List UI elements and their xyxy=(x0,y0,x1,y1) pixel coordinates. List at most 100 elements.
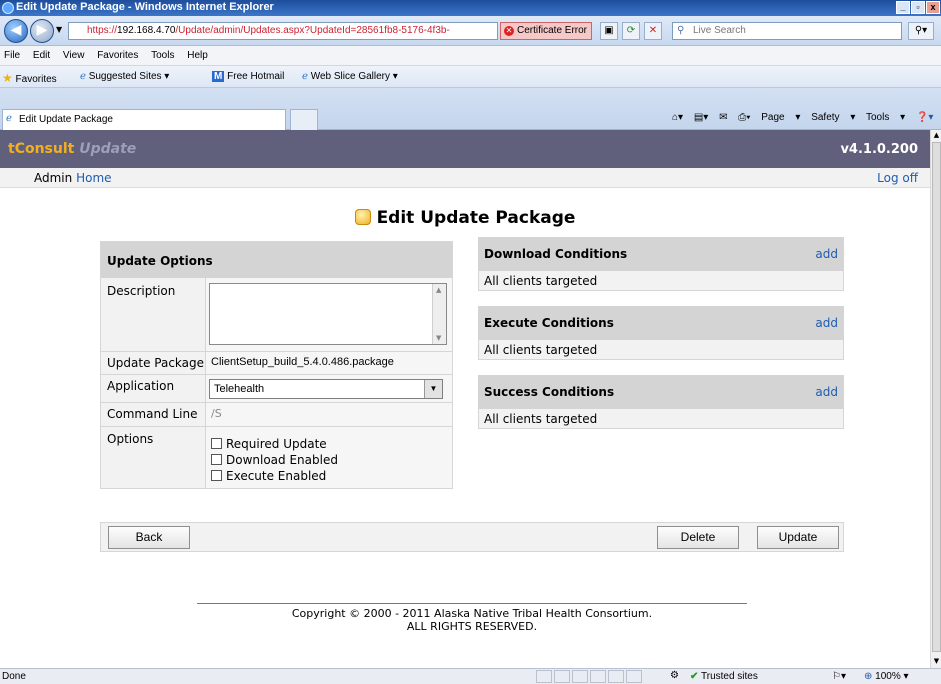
application-label: Application xyxy=(107,379,175,393)
tab-edit-update-package[interactable]: ℯ Edit Update Package xyxy=(2,109,286,130)
help-icon[interactable]: ❓▾ xyxy=(916,112,933,123)
close-button[interactable]: x xyxy=(926,1,940,14)
checkbox-box[interactable] xyxy=(211,470,222,481)
menu-favorites[interactable]: Favorites xyxy=(93,46,144,61)
back-button[interactable]: Back xyxy=(108,526,190,549)
home-icon[interactable]: ⌂▾ xyxy=(672,112,683,123)
scroll-down-icon[interactable]: ▼ xyxy=(436,334,441,342)
scroll-up-icon[interactable]: ▲ xyxy=(436,286,441,294)
favorites-button[interactable]: ★ Favorites xyxy=(2,71,57,85)
update-package-label: Update Package xyxy=(107,356,205,370)
star-icon: ★ xyxy=(2,71,13,85)
error-icon: ✕ xyxy=(504,26,514,36)
menu-tools[interactable]: Tools xyxy=(147,46,180,61)
checkbox-box[interactable] xyxy=(211,454,222,465)
favorites-bar: ★ Favorites ℯ Suggested Sites ▾ M Free H… xyxy=(0,66,941,88)
security-zone[interactable]: ✔ Trusted sites xyxy=(690,671,758,682)
zoom-level: 100% xyxy=(875,671,901,682)
update-button[interactable]: Update xyxy=(757,526,839,549)
zoom-control[interactable]: ⊕ 100% ▾ xyxy=(864,671,909,682)
description-label: Description xyxy=(107,284,176,298)
status-text: Done xyxy=(2,671,26,682)
chevron-down-icon: ▼ xyxy=(424,380,442,398)
search-icon: ⚲ xyxy=(677,25,685,36)
tools-menu[interactable]: Tools ▾ xyxy=(866,112,905,123)
maximize-button[interactable]: ▫ xyxy=(911,1,925,14)
menu-edit[interactable]: Edit xyxy=(29,46,56,61)
command-line-value: /S xyxy=(211,407,222,420)
safety-menu-label: Safety xyxy=(811,112,840,123)
logoff-link[interactable]: Log off xyxy=(877,171,918,185)
add-execute-condition-link[interactable]: add xyxy=(815,316,838,330)
page-title-text: Edit Update Package xyxy=(376,208,576,228)
ie-page-icon: ℯ xyxy=(6,113,12,124)
certificate-error-button[interactable]: ✕ Certificate Error xyxy=(500,22,592,40)
status-segment xyxy=(590,670,606,683)
description-textarea[interactable]: ▲ ▼ xyxy=(209,283,447,345)
execute-conditions-panel: Execute Conditions add All clients target… xyxy=(478,306,844,360)
scroll-down-icon[interactable]: ▼ xyxy=(932,656,941,666)
window-title-bar: Edit Update Package - Windows Internet E… xyxy=(0,0,941,16)
ie-page-icon: ℯ xyxy=(80,71,86,82)
minimize-button[interactable]: _ xyxy=(896,1,910,14)
suggested-sites-link[interactable]: ℯ Suggested Sites ▾ xyxy=(80,71,169,82)
search-input[interactable]: ⚲ Live Search xyxy=(672,22,902,40)
address-input[interactable]: https://192.168.4.70/Update/admin/Update… xyxy=(68,22,498,40)
search-go-button[interactable]: ⚲▾ xyxy=(908,22,934,40)
execute-conditions-body: All clients targeted xyxy=(478,340,844,360)
update-options-header: Update Options xyxy=(101,242,452,278)
rights-line: ALL RIGHTS RESERVED. xyxy=(406,620,538,633)
manage-addons-icon[interactable]: ⚐▾ xyxy=(832,671,846,682)
page-scrollbar[interactable]: ▲ ▼ xyxy=(930,130,941,668)
refresh-icon[interactable]: ⟳ xyxy=(622,22,640,40)
free-hotmail-label: Free Hotmail xyxy=(227,71,285,82)
application-value: Telehealth xyxy=(214,383,265,395)
required-update-checkbox[interactable]: Required Update xyxy=(211,437,327,451)
download-enabled-checkbox[interactable]: Download Enabled xyxy=(211,453,338,467)
forward-nav-button[interactable]: ▶ xyxy=(30,19,54,43)
menu-help[interactable]: Help xyxy=(183,46,214,61)
required-update-label: Required Update xyxy=(226,437,327,451)
home-link[interactable]: Home xyxy=(76,171,111,185)
history-dropdown-icon[interactable]: ▼ xyxy=(56,25,62,34)
print-icon[interactable]: ⎙▾ xyxy=(738,112,750,123)
scroll-up-icon[interactable]: ▲ xyxy=(932,130,941,140)
description-scrollbar[interactable]: ▲ ▼ xyxy=(432,284,446,344)
status-segment xyxy=(608,670,624,683)
url-prefix: https:// xyxy=(87,25,118,36)
add-download-condition-link[interactable]: add xyxy=(815,247,838,261)
feeds-icon[interactable]: ▤▾ xyxy=(694,112,708,123)
checkbox-box[interactable] xyxy=(211,438,222,449)
favorites-label: Favorites xyxy=(15,74,57,85)
row-divider xyxy=(101,374,452,375)
delete-button[interactable]: Delete xyxy=(657,526,739,549)
compatibility-icon[interactable]: ▣ xyxy=(600,22,618,40)
free-hotmail-link[interactable]: M Free Hotmail xyxy=(212,71,284,82)
protected-mode-icon[interactable]: ⚙ xyxy=(670,670,679,681)
execute-enabled-checkbox[interactable]: Execute Enabled xyxy=(211,469,326,483)
address-toolbar: ◀ ▶ ▼ https://192.168.4.70/Update/admin/… xyxy=(0,16,941,46)
ie-page-icon: ℯ xyxy=(302,71,308,82)
footer-divider xyxy=(197,603,747,604)
download-conditions-title: Download Conditions xyxy=(484,247,628,261)
page-menu[interactable]: Page ▾ xyxy=(761,112,800,123)
row-divider xyxy=(101,351,452,352)
download-enabled-label: Download Enabled xyxy=(226,453,338,467)
application-select[interactable]: Telehealth ▼ xyxy=(209,379,443,399)
url-path: /Update/admin/Updates.aspx?UpdateId=2856… xyxy=(175,25,450,36)
breadcrumb-prefix: Admin xyxy=(34,171,73,185)
status-bar: Done ⚙ ✔ Trusted sites ⚐▾ ⊕ 100% ▾ xyxy=(0,668,941,684)
back-nav-button[interactable]: ◀ xyxy=(4,19,28,43)
package-icon xyxy=(354,209,371,225)
safety-menu[interactable]: Safety ▾ xyxy=(811,112,855,123)
add-success-condition-link[interactable]: add xyxy=(815,385,838,399)
web-slice-gallery-link[interactable]: ℯ Web Slice Gallery ▾ xyxy=(302,71,398,82)
scroll-thumb[interactable] xyxy=(932,142,941,652)
mail-icon[interactable]: ✉ xyxy=(719,112,727,123)
menu-file[interactable]: File xyxy=(0,46,26,61)
new-tab-button[interactable] xyxy=(290,109,318,130)
menu-view[interactable]: View xyxy=(59,46,91,61)
ie-logo-icon xyxy=(2,2,14,14)
brand-sub: Update xyxy=(79,141,137,157)
stop-icon[interactable]: ✕ xyxy=(644,22,662,40)
